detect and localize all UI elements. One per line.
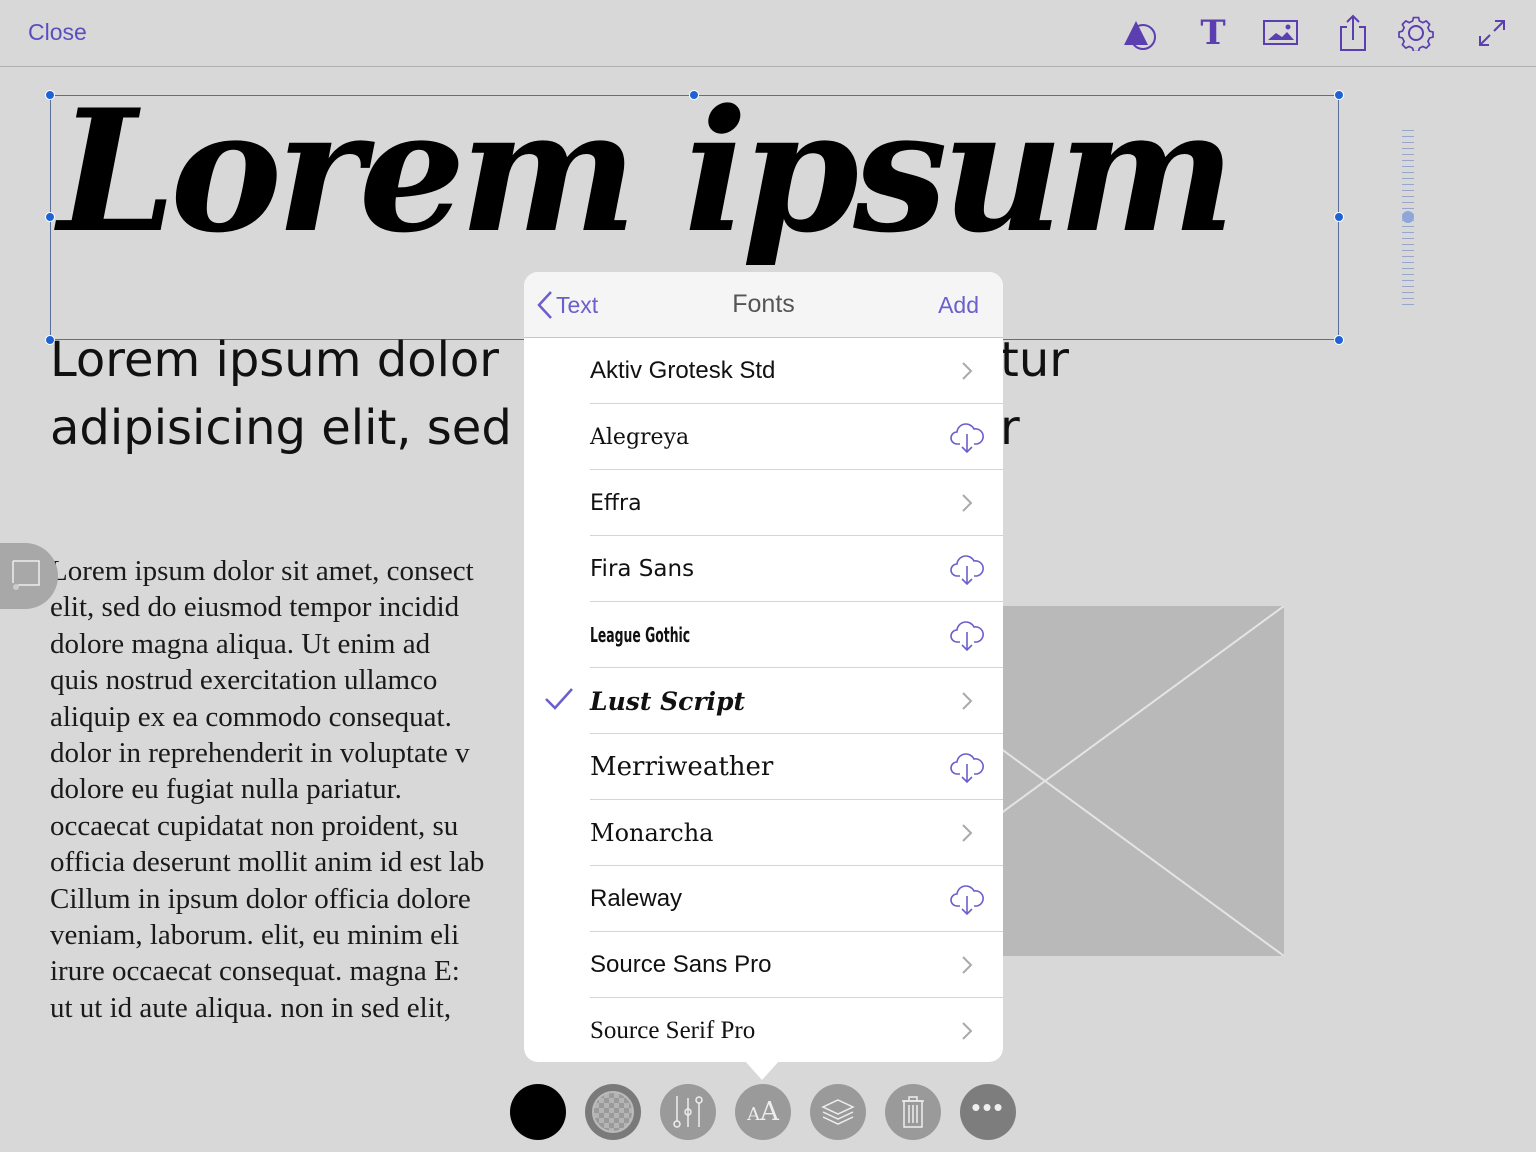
font-name: Merriweather xyxy=(590,752,774,782)
font-item[interactable]: Alegreya xyxy=(524,404,1003,470)
trash-icon xyxy=(902,1096,924,1128)
body-line: Cillum in ipsum dolor officia dolore xyxy=(50,882,471,915)
resize-handle[interactable] xyxy=(1334,335,1344,345)
font-name: League Gothic xyxy=(590,623,691,647)
body-line: elit, sed do eiusmod tempor incidid xyxy=(50,591,460,624)
font-name: Monarcha xyxy=(590,819,714,847)
checker-icon xyxy=(592,1091,634,1133)
shapes-icon[interactable] xyxy=(1120,12,1160,54)
cloud-download-icon[interactable] xyxy=(949,617,985,653)
cloud-download-icon[interactable] xyxy=(949,749,985,785)
text-icon[interactable]: T xyxy=(1193,12,1233,54)
body-line: occaecat cupidatat non proident, su xyxy=(50,809,459,842)
body-line: aliquip ex ea commodo consequat. xyxy=(50,700,452,733)
body-line: irure occaecat consequat. magna E: xyxy=(50,955,460,988)
body-line: dolore magna aliqua. Ut enim ad xyxy=(50,627,431,660)
sliders-icon xyxy=(673,1096,703,1128)
font-item[interactable]: Merriweather xyxy=(524,734,1003,800)
body-paragraph[interactable]: Lorem ipsum dolor sit amet, consect elit,… xyxy=(50,553,484,1026)
gear-icon[interactable] xyxy=(1396,12,1436,54)
cloud-download-icon[interactable] xyxy=(949,881,985,917)
font-name: Alegreya xyxy=(590,424,690,450)
font-item[interactable]: Source Serif Pro xyxy=(524,998,1003,1062)
font-name: Source Serif Pro xyxy=(590,1017,756,1044)
opacity-button[interactable] xyxy=(585,1084,641,1140)
body-line: quis nostrud exercitation ullamco xyxy=(50,664,438,697)
subheading-line-end[interactable]: tur xyxy=(1000,332,1069,388)
chevron-right-icon xyxy=(949,353,985,389)
more-button[interactable]: ••• xyxy=(960,1084,1016,1140)
body-line: Lorem ipsum dolor sit amet, consect xyxy=(50,555,474,587)
font-item[interactable]: Effra xyxy=(524,470,1003,536)
chevron-right-icon xyxy=(949,947,985,983)
font-item[interactable]: Monarcha xyxy=(524,800,1003,866)
font-item[interactable]: Aktiv Grotesk Std xyxy=(524,338,1003,404)
font-item[interactable]: Raleway xyxy=(524,866,1003,932)
cloud-download-icon[interactable] xyxy=(949,551,985,587)
resize-handle[interactable] xyxy=(1334,90,1344,100)
ellipsis-icon: ••• xyxy=(971,1091,1005,1122)
slider-knob[interactable] xyxy=(1402,211,1414,223)
body-line: veniam, laborum. elit, eu minim eli xyxy=(50,919,460,952)
resize-handle[interactable] xyxy=(689,90,699,100)
checkmark-icon xyxy=(544,686,574,717)
font-name: Effra xyxy=(590,490,642,516)
popover-caret xyxy=(744,1060,780,1080)
chevron-right-icon xyxy=(949,1013,985,1049)
body-line: dolore eu fugiat nulla pariatur. xyxy=(50,773,402,806)
expand-icon[interactable] xyxy=(1472,12,1512,54)
popover-header: Text Fonts Add xyxy=(524,272,1003,338)
resize-handle[interactable] xyxy=(1334,212,1344,222)
popover-title: Fonts xyxy=(732,290,795,318)
font-name: Lust Script xyxy=(590,686,746,716)
layers-button[interactable] xyxy=(810,1084,866,1140)
image-icon[interactable] xyxy=(1261,12,1301,54)
font-button[interactable]: AA xyxy=(735,1084,791,1140)
add-button[interactable]: Add xyxy=(938,292,979,319)
font-name: Fira Sans xyxy=(590,556,695,582)
font-name: Aktiv Grotesk Std xyxy=(590,357,776,384)
side-panel-tab[interactable] xyxy=(0,543,58,609)
fill-color-button[interactable] xyxy=(510,1084,566,1140)
chevron-right-icon xyxy=(949,683,985,719)
share-icon[interactable] xyxy=(1333,12,1373,54)
font-item[interactable]: Fira Sans xyxy=(524,536,1003,602)
top-bar: Close T xyxy=(0,0,1536,67)
size-slider[interactable] xyxy=(1402,130,1414,306)
chevron-right-icon xyxy=(949,485,985,521)
font-item[interactable]: Lust Script xyxy=(524,668,1003,734)
font-name: Source Sans Pro xyxy=(590,951,772,978)
body-line: ut ut id aute aliqua. non in sed elit, xyxy=(50,991,452,1024)
adjust-button[interactable] xyxy=(660,1084,716,1140)
body-line: dolor in reprehenderit in voluptate v xyxy=(50,737,470,770)
font-item[interactable]: Source Sans Pro xyxy=(524,932,1003,998)
font-item[interactable]: League Gothic xyxy=(524,602,1003,668)
chevron-right-icon xyxy=(949,815,985,851)
font-size-icon: AA xyxy=(747,1097,779,1127)
fonts-popover: Text Fonts Add Aktiv Grotesk Std Alegreya… xyxy=(524,272,1003,1062)
subheading-line[interactable]: adipisicing elit, sed xyxy=(50,400,512,456)
subheading-line[interactable]: Lorem ipsum dolor xyxy=(50,332,499,388)
resize-handle[interactable] xyxy=(45,212,55,222)
cloud-download-icon[interactable] xyxy=(949,419,985,455)
layers-icon xyxy=(821,1099,855,1125)
delete-button[interactable] xyxy=(885,1084,941,1140)
resize-handle[interactable] xyxy=(45,90,55,100)
close-button[interactable]: Close xyxy=(28,19,87,46)
body-line: officia deserunt mollit anim id est lab xyxy=(50,846,485,879)
font-name: Raleway xyxy=(590,885,683,912)
